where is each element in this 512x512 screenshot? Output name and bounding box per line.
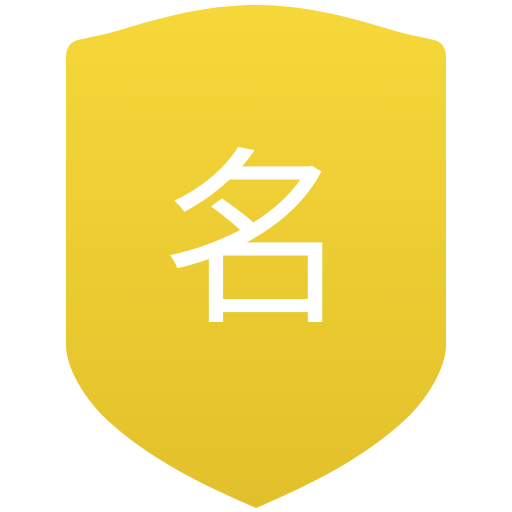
name-badge: 名	[0, 0, 512, 512]
badge-character: 名	[160, 131, 351, 352]
